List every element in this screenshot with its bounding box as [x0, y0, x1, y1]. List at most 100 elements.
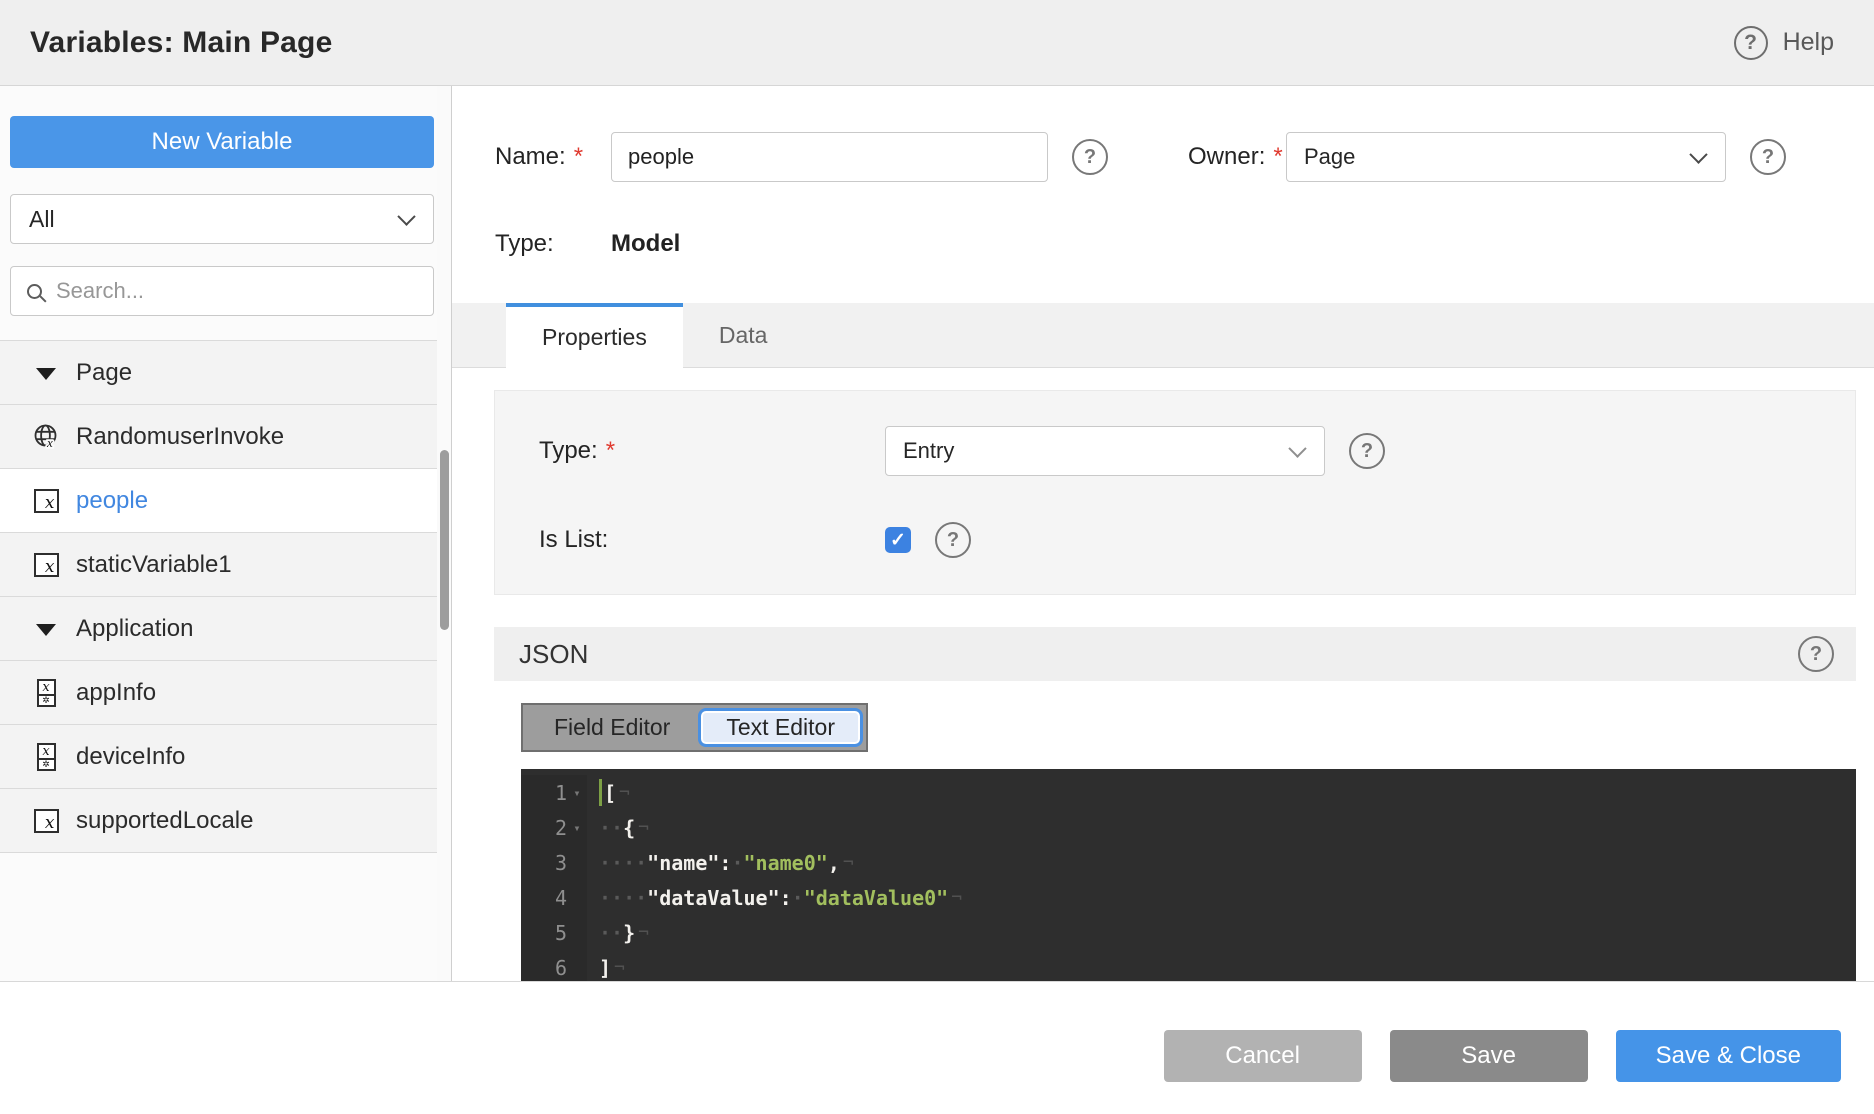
variable-row-supportedLocale[interactable]: xsupportedLocale — [0, 789, 451, 853]
gutter-cell: 1▾ — [521, 775, 587, 810]
is-list-row: Is List: ? — [539, 522, 1855, 558]
code-text: ····"name":·"name0",¬ — [587, 851, 854, 875]
row-icon-slot — [32, 622, 60, 636]
svg-text:x: x — [46, 435, 53, 450]
type-label-block: Type: — [495, 230, 611, 258]
row-icon-slot: x✲ — [32, 743, 60, 771]
help-label: Help — [1783, 28, 1834, 57]
sidebar-controls: New Variable All — [0, 86, 451, 316]
type-label: Type: — [495, 230, 554, 258]
row-label: people — [76, 487, 148, 515]
name-label-block: Name: * — [495, 143, 611, 171]
variable-row-appInfo[interactable]: x✲ appInfo — [0, 661, 451, 725]
name-help-icon[interactable]: ? — [1072, 139, 1108, 175]
code-line-2: 2▾··{¬ — [521, 810, 1856, 845]
help-button[interactable]: ? Help — [1734, 26, 1834, 60]
row-icon-slot: x — [32, 423, 60, 450]
mode-text-editor[interactable]: Text Editor — [698, 708, 863, 747]
type-row: Type: Model — [495, 230, 1874, 258]
gutter-cell: 4 — [521, 880, 587, 915]
global-variable-icon: x✲ — [37, 743, 56, 771]
variable-row-deviceInfo[interactable]: x✲ deviceInfo — [0, 725, 451, 789]
gutter-cell: 3 — [521, 845, 587, 880]
code-text: ]¬ — [587, 956, 625, 980]
code-line-1: 1▾[¬ — [521, 775, 1856, 810]
json-header-bar: JSON ? — [494, 627, 1856, 681]
service-globe-icon: x — [33, 423, 60, 450]
help-question-icon: ? — [1734, 26, 1768, 60]
row-label: staticVariable1 — [76, 551, 232, 579]
variable-filter-value: All — [29, 206, 55, 233]
tab-data[interactable]: Data — [683, 303, 804, 368]
code-text: ··{¬ — [587, 816, 649, 840]
owner-label-block: Owner: * — [1188, 143, 1286, 171]
required-asterisk: * — [1273, 143, 1282, 171]
name-input[interactable] — [611, 132, 1048, 182]
collapse-triangle-icon[interactable] — [36, 624, 56, 636]
gutter-cell: 5 — [521, 915, 587, 950]
row-label: deviceInfo — [76, 743, 185, 771]
search-input[interactable] — [56, 278, 417, 304]
variable-x-icon: x — [34, 489, 59, 513]
properties-box: Type: * Entry ? Is List: ? — [494, 390, 1856, 595]
row-icon-slot — [32, 366, 60, 380]
new-variable-button[interactable]: New Variable — [10, 116, 434, 168]
json-text-editor[interactable]: 1▾[¬2▾··{¬3····"name":·"name0",¬4····"da… — [521, 769, 1856, 981]
search-icon — [27, 284, 42, 299]
sidebar-scrollbar-thumb[interactable] — [440, 450, 449, 630]
group-row-Page[interactable]: Page — [0, 341, 451, 405]
owner-select-value: Page — [1304, 144, 1355, 170]
text-cursor — [599, 779, 602, 806]
json-section: JSON ? Field EditorText Editor 1▾[¬2▾··{… — [494, 627, 1856, 981]
cancel-button[interactable]: Cancel — [1164, 1030, 1362, 1082]
code-text: ··}¬ — [587, 921, 649, 945]
fold-arrow-icon[interactable]: ▾ — [567, 821, 587, 835]
variables-dialog: Variables: Main Page ? Help New Variable… — [0, 0, 1874, 1114]
save-button[interactable]: Save — [1390, 1030, 1588, 1082]
code-line-4: 4····"dataValue":·"dataValue0"¬ — [521, 880, 1856, 915]
dialog-header: Variables: Main Page ? Help — [0, 0, 1874, 86]
is-list-checkbox[interactable] — [885, 527, 911, 553]
page-title: Variables: Main Page — [30, 26, 332, 60]
chevron-down-icon — [1288, 439, 1306, 457]
name-label: Name: — [495, 143, 566, 171]
group-row-Application[interactable]: Application — [0, 597, 451, 661]
entry-type-select[interactable]: Entry — [885, 426, 1325, 476]
variable-x-icon: x — [34, 809, 59, 833]
name-owner-row: Name: * ? Owner: * Page ? — [495, 132, 1874, 182]
owner-help-icon[interactable]: ? — [1750, 139, 1786, 175]
json-help-icon[interactable]: ? — [1798, 636, 1834, 672]
row-label: RandomuserInvoke — [76, 423, 284, 451]
variable-x-icon: x — [34, 553, 59, 577]
code-text: [¬ — [587, 779, 630, 806]
sidebar-scrollbar-track[interactable] — [437, 86, 451, 981]
code-line-3: 3····"name":·"name0",¬ — [521, 845, 1856, 880]
variable-row-RandomuserInvoke[interactable]: x RandomuserInvoke — [0, 405, 451, 469]
json-title: JSON — [519, 639, 588, 670]
chevron-down-icon — [1689, 145, 1707, 163]
variable-row-people[interactable]: xpeople — [0, 469, 451, 533]
gutter-cell: 2▾ — [521, 810, 587, 845]
variable-row-staticVariable1[interactable]: x staticVariable1 — [0, 533, 451, 597]
mode-field-editor[interactable]: Field Editor — [526, 708, 698, 747]
save-close-button[interactable]: Save & Close — [1616, 1030, 1841, 1082]
variable-filter-select[interactable]: All — [10, 194, 434, 244]
variable-detail-panel: Name: * ? Owner: * Page ? — [452, 86, 1874, 981]
row-label: appInfo — [76, 679, 156, 707]
fold-arrow-icon[interactable]: ▾ — [567, 786, 587, 800]
variable-list: PagexRandomuserInvokexpeoplexstaticVaria… — [0, 340, 451, 853]
entry-type-value: Entry — [903, 438, 954, 464]
is-list-label: Is List: — [539, 526, 885, 554]
code-line-6: 6]¬ — [521, 950, 1856, 981]
global-variable-icon: x✲ — [37, 679, 56, 707]
owner-label: Owner: — [1188, 143, 1265, 171]
row-icon-slot: x — [32, 489, 60, 513]
gutter-cell: 6 — [521, 950, 587, 981]
collapse-triangle-icon[interactable] — [36, 368, 56, 380]
is-list-help-icon[interactable]: ? — [935, 522, 971, 558]
required-asterisk: * — [606, 437, 615, 465]
owner-select[interactable]: Page — [1286, 132, 1726, 182]
tab-properties[interactable]: Properties — [506, 303, 683, 368]
entry-type-help-icon[interactable]: ? — [1349, 433, 1385, 469]
entry-type-row: Type: * Entry ? — [539, 426, 1855, 476]
